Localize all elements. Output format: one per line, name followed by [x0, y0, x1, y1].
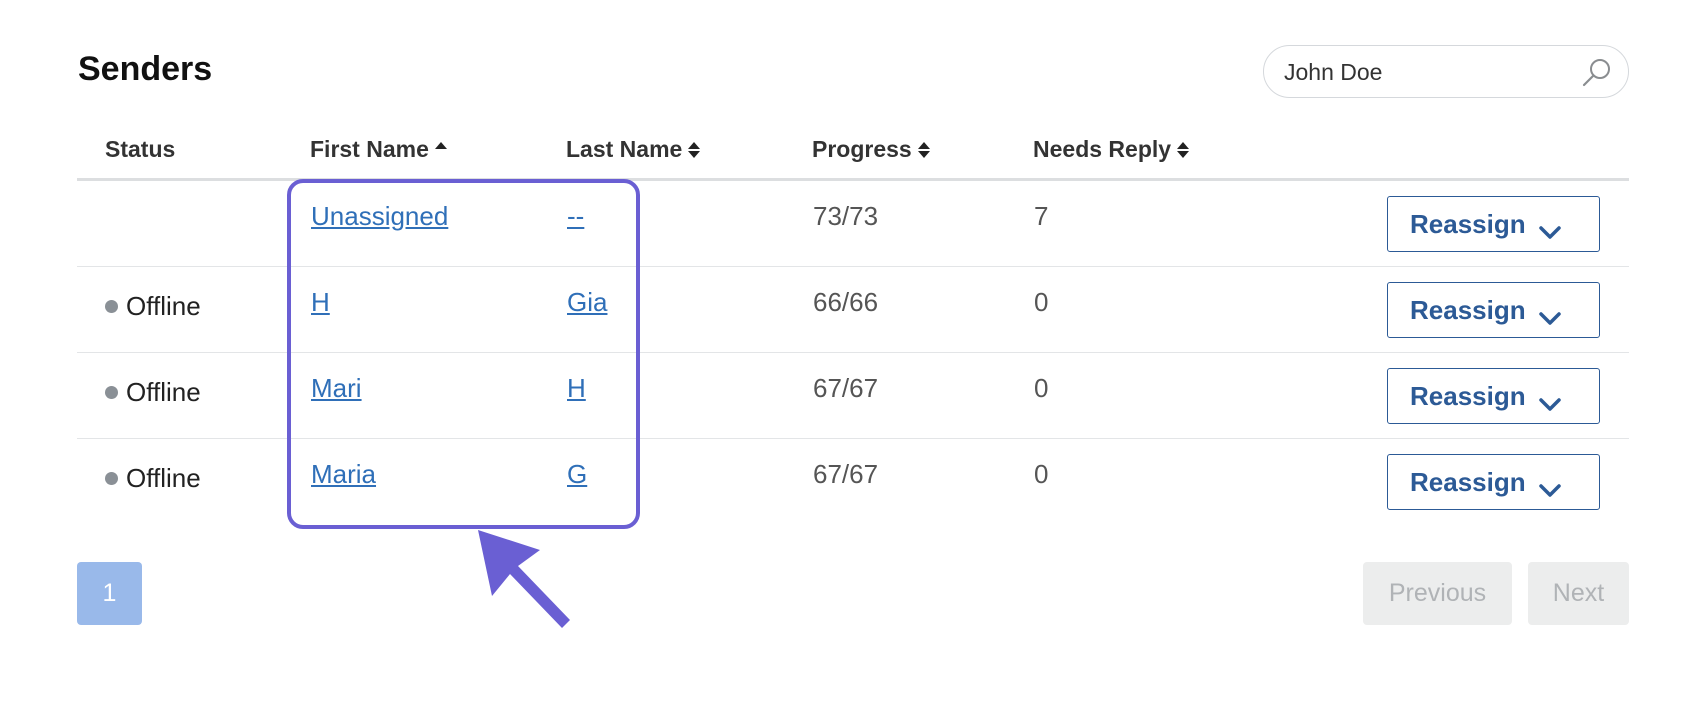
last-name-link[interactable]: -- — [567, 201, 584, 231]
status-cell: Offline — [105, 291, 201, 322]
column-header-status: Status — [105, 136, 175, 163]
reassign-button[interactable]: Reassign — [1387, 368, 1600, 424]
status-label: Offline — [126, 463, 201, 493]
senders-table: Status First Name Last Name Progress Nee… — [77, 120, 1629, 525]
column-header-needs-reply[interactable]: Needs Reply — [1033, 136, 1190, 163]
page-title: Senders — [78, 50, 213, 88]
last-name-link[interactable]: H — [567, 373, 586, 403]
column-header-last-name[interactable]: Last Name — [566, 136, 701, 163]
table-row: Offline Mari H 67/67 0 Reassign — [77, 353, 1629, 439]
first-name-cell: Maria — [311, 459, 376, 490]
needs-reply-cell: 0 — [1034, 459, 1049, 489]
column-header-label: First Name — [310, 136, 429, 162]
page-number-button[interactable]: 1 — [77, 562, 142, 625]
offline-status-dot — [105, 472, 118, 485]
chevron-down-icon — [1539, 474, 1561, 505]
sort-icon — [1176, 141, 1190, 159]
last-name-link[interactable]: Gia — [567, 287, 607, 317]
needs-reply-cell: 0 — [1034, 373, 1049, 403]
column-header-first-name[interactable]: First Name — [310, 136, 448, 163]
progress-cell: 73/73 — [813, 201, 879, 231]
first-name-cell: Mari — [311, 373, 362, 404]
table-row: Offline Maria G 67/67 0 Reassign — [77, 439, 1629, 525]
needs-reply-cell: 0 — [1034, 287, 1049, 317]
last-name-cell: H — [567, 373, 586, 404]
reassign-label: Reassign — [1410, 208, 1526, 239]
progress-cell: 66/66 — [813, 287, 879, 317]
search-input[interactable] — [1284, 56, 1574, 88]
first-name-link[interactable]: H — [311, 287, 330, 317]
pointer-arrow-icon — [470, 528, 580, 628]
first-name-link[interactable]: Mari — [311, 373, 362, 403]
table-row: Offline H Gia 66/66 0 Reassign — [77, 267, 1629, 353]
needs-reply-cell: 7 — [1034, 201, 1049, 231]
column-header-label: Progress — [812, 136, 912, 162]
sort-icon — [687, 141, 701, 159]
reassign-button[interactable]: Reassign — [1387, 454, 1600, 510]
chevron-down-icon — [1539, 388, 1561, 419]
first-name-cell: H — [311, 287, 330, 318]
reassign-label: Reassign — [1410, 466, 1526, 497]
last-name-link[interactable]: G — [567, 459, 587, 489]
table-header: Status First Name Last Name Progress Nee… — [77, 120, 1629, 181]
search-icon[interactable] — [1580, 56, 1614, 90]
first-name-link[interactable]: Maria — [311, 459, 376, 489]
sort-ascending-icon — [434, 141, 448, 159]
status-label: Offline — [126, 377, 201, 407]
first-name-cell: Unassigned — [311, 201, 448, 232]
progress-cell: 67/67 — [813, 373, 879, 403]
status-label: Offline — [126, 291, 201, 321]
offline-status-dot — [105, 386, 118, 399]
progress-cell: 67/67 — [813, 459, 879, 489]
search-box[interactable] — [1263, 45, 1629, 98]
previous-button[interactable]: Previous — [1363, 562, 1512, 625]
status-cell: Offline — [105, 463, 201, 494]
last-name-cell: G — [567, 459, 587, 490]
reassign-button[interactable]: Reassign — [1387, 196, 1600, 252]
next-button[interactable]: Next — [1528, 562, 1629, 625]
status-cell: Offline — [105, 377, 201, 408]
column-header-label: Status — [105, 136, 176, 162]
table-row: Unassigned -- 73/73 7 Reassign — [77, 181, 1629, 267]
last-name-cell: Gia — [567, 287, 607, 318]
column-header-label: Needs Reply — [1033, 136, 1172, 162]
chevron-down-icon — [1539, 302, 1561, 333]
sort-icon — [917, 141, 931, 159]
reassign-label: Reassign — [1410, 294, 1526, 325]
chevron-down-icon — [1539, 216, 1561, 247]
last-name-cell: -- — [567, 201, 584, 232]
reassign-button[interactable]: Reassign — [1387, 282, 1600, 338]
column-header-label: Last Name — [566, 136, 683, 162]
column-header-progress[interactable]: Progress — [812, 136, 931, 163]
offline-status-dot — [105, 300, 118, 313]
first-name-link[interactable]: Unassigned — [311, 201, 448, 231]
reassign-label: Reassign — [1410, 380, 1526, 411]
